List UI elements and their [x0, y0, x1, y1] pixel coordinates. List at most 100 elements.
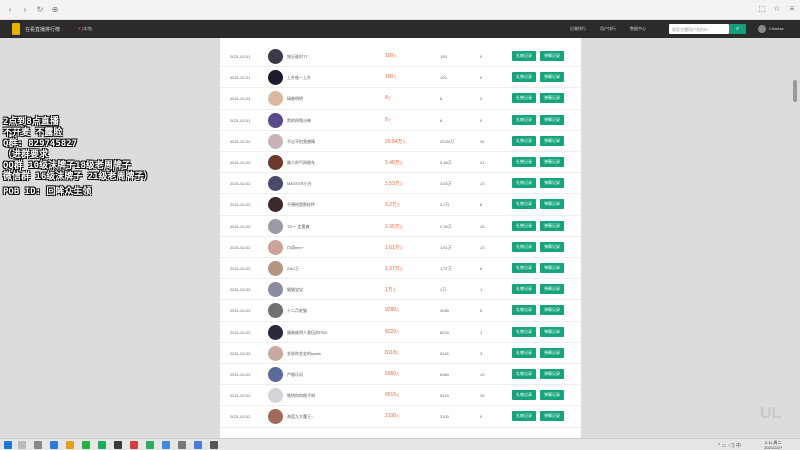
streamer-name[interactable]: 服装维明人我伍的PDD	[287, 330, 327, 336]
avatar[interactable]	[268, 155, 283, 170]
edge-icon[interactable]	[50, 441, 58, 449]
streamer-name[interactable]: 不过不怕我感情	[287, 139, 315, 145]
danmaku-record-button[interactable]: 弹幕记录	[540, 390, 564, 401]
danmaku-record-button[interactable]: 弹幕记录	[540, 347, 564, 358]
app-gray-icon[interactable]	[178, 441, 186, 449]
search-taskbar-icon[interactable]	[18, 441, 26, 449]
streamer-name[interactable]: 铭记谁时TT	[287, 54, 308, 60]
avatar[interactable]	[268, 70, 283, 86]
streamer-name[interactable]: 猫猫宝宝	[287, 287, 303, 293]
avatar[interactable]	[268, 367, 283, 382]
browser-icon[interactable]	[162, 441, 170, 449]
gift-record-button[interactable]: 礼物记录	[512, 411, 536, 422]
nav-item-1[interactable]: 后端排行	[570, 26, 586, 32]
danmaku-record-button[interactable]: 弹幕记录	[540, 135, 564, 146]
app-wechat2-icon[interactable]	[146, 441, 154, 449]
gift-record-button[interactable]: 礼物记录	[512, 199, 536, 210]
gift-record-button[interactable]: 礼物记录	[512, 369, 536, 379]
streamer-name[interactable]: TD一 定要爽	[287, 224, 309, 230]
streamer-name[interactable]: MASTER小白	[287, 181, 312, 187]
gift-record-button[interactable]: 礼物记录	[512, 284, 536, 295]
streamer-name[interactable]: 黑的四角沙神	[287, 118, 311, 124]
nav-item-3[interactable]: 数据中心	[630, 26, 646, 32]
star-icon[interactable]: ☆	[773, 5, 781, 13]
danmaku-record-button[interactable]: 弹幕记录	[540, 157, 564, 167]
app-green-icon[interactable]	[82, 441, 90, 449]
avatar[interactable]	[268, 303, 283, 319]
start-icon[interactable]	[4, 441, 12, 449]
gift-record-button[interactable]: 礼物记录	[512, 51, 536, 61]
system-tray[interactable]: ^ ▭ ◁) 中	[718, 442, 741, 449]
danmaku-record-button[interactable]: 弹幕记录	[540, 93, 564, 104]
app-blue-icon[interactable]	[194, 441, 202, 449]
streamer-name[interactable]: 十二月老猫	[287, 308, 307, 314]
gift-record-button[interactable]: 礼物记录	[512, 263, 536, 273]
gift-record-button[interactable]: 礼物记录	[512, 135, 536, 146]
danmaku-record-button[interactable]: 弹幕记录	[540, 241, 564, 252]
app-red-icon[interactable]	[130, 441, 138, 449]
streamer-name[interactable]: 上升维一上升	[287, 75, 311, 81]
streamer-name[interactable]: 金秋的金金的kumb	[287, 351, 321, 357]
language-selector[interactable]: Chinese	[769, 26, 784, 31]
danmaku-record-button[interactable]: 弹幕记录	[540, 305, 564, 316]
clock[interactable]: 2:11 周二 2021/2/2?	[764, 440, 782, 450]
scrollbar-thumb[interactable]	[793, 80, 797, 102]
gift-record-button[interactable]: 礼物记录	[512, 157, 536, 167]
avatar[interactable]	[268, 197, 283, 213]
gift-record-button[interactable]: 礼物记录	[512, 93, 536, 104]
user-avatar[interactable]	[758, 25, 766, 33]
danmaku-record-button[interactable]: 弹幕记录	[540, 199, 564, 210]
gift-record-button[interactable]: 礼物记录	[512, 390, 536, 401]
danmaku-record-button[interactable]: 弹幕记录	[540, 220, 564, 231]
streamer-name[interactable]: 路人的气网格车	[287, 160, 315, 166]
gift-record-button[interactable]: 礼物记录	[512, 347, 536, 358]
avatar[interactable]	[268, 388, 283, 404]
danmaku-record-button[interactable]: 弹幕记录	[540, 178, 564, 189]
streamer-name[interactable]: 口语mm~	[287, 245, 304, 251]
danmaku-record-button[interactable]: 弹幕记录	[540, 51, 564, 61]
streamer-name[interactable]: 严格乐风	[287, 372, 303, 378]
danmaku-record-button[interactable]: 弹幕记录	[540, 263, 564, 273]
streamer-name[interactable]: 绿曲明明	[287, 96, 303, 102]
gift-record-button[interactable]: 礼物记录	[512, 326, 536, 337]
avatar[interactable]	[268, 176, 283, 192]
streamer-name[interactable]: 海蓝九大魔王~	[287, 414, 313, 420]
streamer-name[interactable]: ZAC王	[287, 266, 299, 272]
gift-record-button[interactable]: 礼物记录	[512, 305, 536, 316]
extension-icon[interactable]: ⬚	[758, 5, 766, 13]
avatar[interactable]	[268, 133, 283, 149]
avatar[interactable]	[268, 239, 283, 255]
gift-record-button[interactable]: 礼物记录	[512, 72, 536, 83]
streamer-name[interactable]: 铁桥你的格子呀	[287, 393, 315, 399]
avatar[interactable]	[268, 409, 283, 425]
avatar[interactable]	[268, 112, 283, 128]
gift-record-button[interactable]: 礼物记录	[512, 220, 536, 231]
app-dark2-icon[interactable]	[210, 441, 218, 449]
new-tab-icon[interactable]: ⊕	[51, 5, 59, 14]
avatar[interactable]	[268, 49, 283, 64]
location[interactable]: ● [本地]	[78, 26, 92, 32]
avatar[interactable]	[268, 91, 283, 107]
reload-icon[interactable]: ↻	[36, 5, 44, 14]
search-input[interactable]: 搜索主播用户名的ID	[669, 24, 729, 34]
back-icon[interactable]: ‹	[6, 5, 14, 14]
danmaku-record-button[interactable]: 弹幕记录	[540, 284, 564, 295]
danmaku-record-button[interactable]: 弹幕记录	[540, 326, 564, 337]
danmaku-record-button[interactable]: 弹幕记录	[540, 369, 564, 379]
avatar[interactable]	[268, 324, 283, 340]
search-button[interactable]: ⌕	[729, 24, 746, 34]
streamer-name[interactable]: 不想的是那样怀	[287, 202, 315, 208]
danmaku-record-button[interactable]: 弹幕记录	[540, 114, 564, 125]
gift-record-button[interactable]: 礼物记录	[512, 178, 536, 189]
menu-icon[interactable]: ≡	[788, 5, 796, 13]
avatar[interactable]	[268, 282, 283, 298]
app-dark-icon[interactable]	[114, 441, 122, 449]
danmaku-record-button[interactable]: 弹幕记录	[540, 72, 564, 83]
wechat-icon[interactable]	[98, 441, 106, 449]
danmaku-record-button[interactable]: 弹幕记录	[540, 411, 564, 422]
avatar[interactable]	[268, 218, 283, 234]
folder-icon[interactable]	[66, 441, 74, 449]
gift-record-button[interactable]: 礼物记录	[512, 114, 536, 125]
avatar[interactable]	[268, 261, 283, 276]
avatar[interactable]	[268, 345, 283, 361]
